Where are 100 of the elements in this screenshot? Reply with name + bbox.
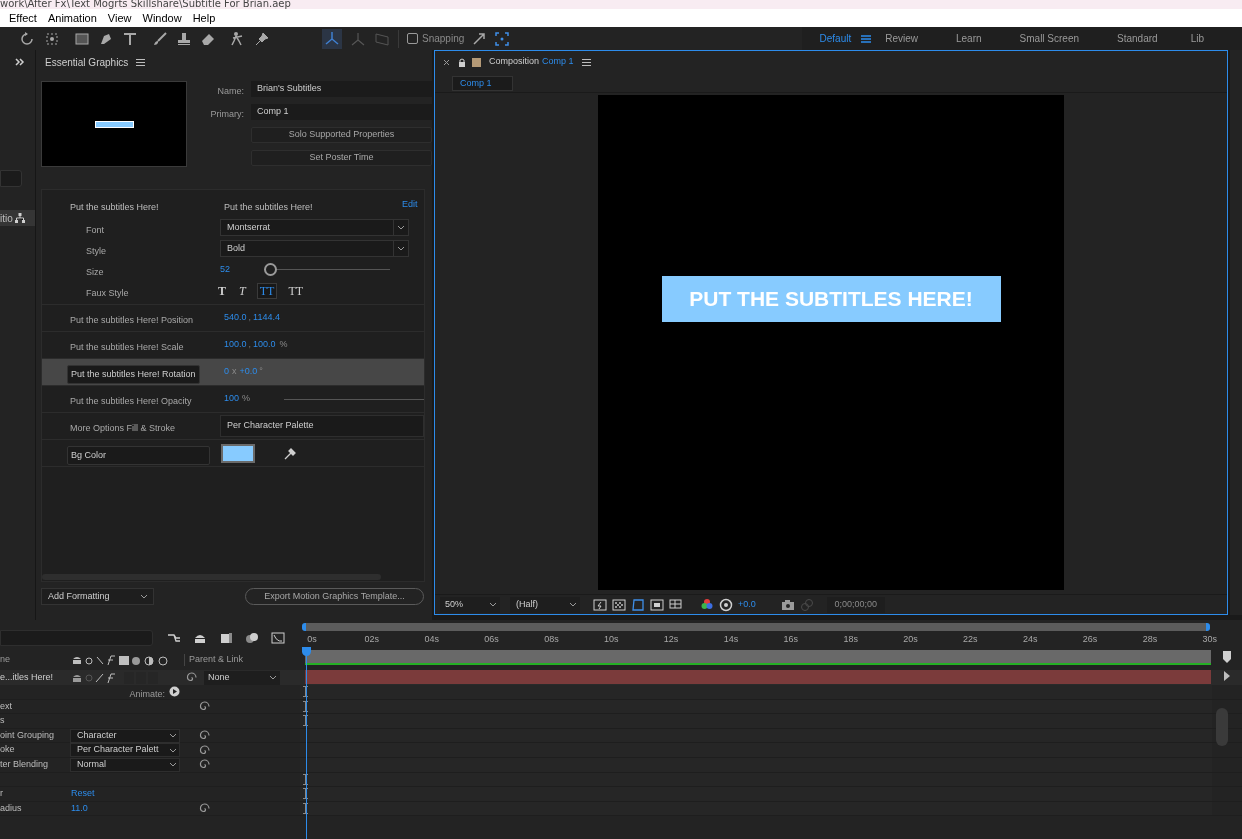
search-field[interactable]	[0, 170, 22, 187]
time-ruler-label: 28s	[1142, 633, 1158, 646]
time-ruler-label: 10s	[604, 633, 619, 646]
pickwhip-icon[interactable]	[199, 700, 210, 712]
group-label: Put the subtitles Here!	[70, 201, 159, 212]
play-icon[interactable]	[169, 686, 180, 698]
brush-tool-icon[interactable]	[152, 30, 168, 47]
expand-panels-icon[interactable]	[15, 57, 25, 67]
scrollbar[interactable]	[1216, 708, 1228, 746]
pickwhip-icon[interactable]	[199, 759, 210, 771]
reset-link[interactable]: Reset	[71, 787, 95, 801]
panel-tab-label[interactable]: Composition	[489, 55, 540, 69]
flowchart-icon[interactable]	[14, 213, 25, 223]
add-formatting-dropdown[interactable]: Add Formatting	[41, 588, 154, 605]
exposure-value[interactable]: +0.0	[738, 597, 756, 612]
rectangle-tool-icon[interactable]	[74, 30, 90, 47]
property-value[interactable]: 540.0	[224, 311, 247, 325]
pickwhip-icon[interactable]	[199, 803, 210, 815]
property-value[interactable]: 100.0	[253, 338, 276, 352]
property-value[interactable]: 1144.4	[253, 311, 280, 325]
property-row[interactable]: Put the subtitles Here! Opacity 100 %	[42, 386, 424, 413]
shy-layers-icon[interactable]	[193, 632, 207, 644]
workspace-tab[interactable]: Learn	[956, 31, 982, 46]
exposure-icon[interactable]	[719, 597, 733, 612]
property-value[interactable]: 100.0	[224, 338, 247, 352]
comp-tab[interactable]: Comp 1	[452, 76, 513, 91]
pickwhip-icon[interactable]	[199, 730, 210, 742]
property-value[interactable]: 11.0	[71, 801, 88, 816]
property-row[interactable]: Bg Color	[42, 440, 424, 467]
panel-button[interactable]: Solo Supported Properties	[251, 127, 432, 143]
pin-tool-icon[interactable]	[254, 30, 270, 47]
faux-style-toggle[interactable]: TT	[286, 282, 306, 299]
property-row[interactable]: Put the subtitles Here! Position 540.0 , 1144.4	[42, 305, 424, 332]
property-label: Style	[86, 245, 106, 256]
dropdown[interactable]: Bold	[220, 240, 409, 257]
stamp-tool-icon[interactable]	[176, 30, 192, 47]
mask-path-icon[interactable]	[631, 597, 645, 612]
property-label[interactable]: Put the subtitles Here! Rotation	[67, 364, 200, 385]
menu-item[interactable]: Window	[142, 9, 182, 27]
snap-frame-icon[interactable]	[494, 30, 511, 47]
frame-blending-icon[interactable]	[219, 632, 233, 644]
name-field[interactable]: Brian's Subtitles	[251, 81, 432, 97]
property-value[interactable]: 100	[224, 392, 240, 406]
parent-dropdown[interactable]: None	[204, 670, 280, 685]
snap-arrow-icon[interactable]	[472, 31, 487, 46]
menu-item[interactable]: Effect	[9, 9, 37, 27]
workspace-tab[interactable]: Small Screen	[1019, 31, 1080, 46]
anchor-tool-icon[interactable]	[44, 30, 60, 47]
menu-item[interactable]: Help	[192, 9, 216, 27]
workspace-tab[interactable]: Review	[885, 31, 918, 46]
menu-item[interactable]: Animation	[47, 9, 97, 27]
playhead[interactable]	[302, 647, 311, 839]
slider-thumb[interactable]	[264, 263, 277, 276]
primary-comp-field[interactable]: Comp 1	[251, 104, 432, 120]
slider-track[interactable]	[264, 263, 390, 276]
region-icon[interactable]	[669, 597, 683, 612]
resolution-dropdown[interactable]: (Half)	[510, 596, 580, 613]
eyedropper-icon[interactable]	[284, 446, 296, 460]
axis-local-icon[interactable]	[322, 28, 342, 49]
snapping-checkbox[interactable]	[407, 33, 418, 44]
transparency-grid-icon[interactable]	[612, 597, 626, 612]
faux-style-toggle[interactable]: T	[237, 282, 248, 299]
close-icon[interactable]	[443, 58, 450, 66]
comp-flowchart-icon[interactable]	[167, 632, 181, 644]
color-channels-icon[interactable]	[700, 597, 714, 612]
workspace-tab[interactable]: Lib	[1190, 31, 1204, 46]
menu-icon[interactable]	[136, 58, 146, 67]
panel-button[interactable]: Set Poster Time	[251, 150, 432, 166]
safe-margins-icon[interactable]	[650, 597, 664, 612]
dropdown[interactable]: Per Character Palett	[70, 743, 180, 758]
fast-preview-icon[interactable]	[593, 597, 607, 612]
graph-editor-icon[interactable]	[271, 632, 285, 644]
snapping-label: Snapping	[422, 32, 465, 46]
zoom-dropdown[interactable]: 50%	[440, 596, 500, 613]
dropdown[interactable]: Montserrat	[220, 219, 409, 236]
rotate-tool-icon[interactable]	[20, 30, 36, 47]
comp-marker-icon[interactable]	[1222, 670, 1232, 682]
timecode-field[interactable]: 0;00;00;00	[826, 596, 885, 613]
workspace-tab[interactable]: Standard	[1117, 31, 1158, 46]
camera-icon[interactable]	[780, 597, 795, 612]
property-name: r	[0, 787, 4, 801]
motion-blur-icon[interactable]	[245, 632, 259, 644]
property-row[interactable]: Put the subtitles Here! Rotation 0 x +0.0 °	[42, 359, 424, 386]
size-value[interactable]: 52	[220, 262, 264, 277]
menu-icon[interactable]	[581, 57, 591, 67]
dropdown[interactable]: Per Character Palette	[220, 415, 424, 437]
color-swatch[interactable]	[221, 443, 255, 463]
comp-name-label[interactable]: Comp 1	[542, 55, 574, 69]
edit-link[interactable]: Edit	[402, 197, 418, 212]
property-row[interactable]: More Options Fill & Stroke Per Character Palette	[42, 413, 424, 440]
lock-icon[interactable]	[458, 57, 466, 67]
menu-item[interactable]: View	[107, 9, 132, 27]
workspace-tab[interactable]: Default	[819, 31, 852, 46]
label-field[interactable]: Bg Color	[67, 445, 210, 466]
pickwhip-icon[interactable]	[199, 744, 210, 756]
type-tool-icon[interactable]	[122, 30, 138, 47]
pickwhip-icon[interactable]	[186, 672, 197, 683]
marker-icon[interactable]	[1222, 650, 1232, 664]
faux-style-toggle[interactable]: TT	[256, 282, 278, 299]
faux-style-toggle[interactable]: T	[216, 282, 228, 299]
